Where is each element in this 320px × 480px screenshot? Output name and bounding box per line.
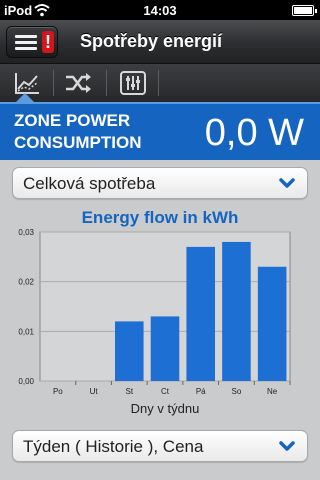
menu-button[interactable]: !	[6, 26, 58, 58]
x-tick-label: Pá	[196, 387, 206, 396]
x-tick-label: Ut	[90, 387, 99, 396]
y-tick-label: 0,00	[18, 377, 34, 386]
x-tick-label: Ct	[161, 387, 170, 396]
y-tick-label: 0,02	[18, 278, 34, 287]
tab-energy-flow[interactable]	[63, 69, 93, 97]
y-tick-label: 0,03	[18, 228, 34, 237]
chart-bar-ct	[150, 316, 180, 381]
period-value: Týden ( Historie ), Cena	[23, 437, 204, 456]
chevron-down-icon	[279, 178, 295, 188]
chart-bar-so	[222, 241, 251, 381]
tab-settings[interactable]	[118, 69, 148, 97]
zone-power-value: 0,0 W	[204, 112, 304, 154]
hamburger-icon	[15, 35, 37, 38]
alert-icon: !	[42, 31, 54, 53]
consumption-type-select[interactable]: Celková spotřeba	[12, 167, 308, 199]
status-bar: iPod 14:03	[0, 0, 320, 20]
chart-bar-pá	[186, 246, 215, 381]
x-tick-label: Po	[53, 387, 63, 396]
x-tick-label: Ne	[267, 387, 278, 396]
y-tick-label: 0,01	[18, 327, 34, 336]
chart-x-axis-label: Dny v týdnu	[130, 401, 200, 416]
x-tick-label: St	[126, 387, 134, 396]
period-select[interactable]: Týden ( Historie ), Cena	[12, 430, 308, 462]
tab-bar	[0, 64, 320, 102]
x-tick-label: So	[232, 387, 242, 396]
shuffle-arrows-icon	[66, 73, 91, 93]
zone-header: ZONE POWER CONSUMPTION 0,0 W	[0, 102, 320, 160]
energy-chart: 0,00 0,01 0,02 0,03 Po Ut St Ct Pá So Ne	[18, 228, 291, 396]
battery-icon	[292, 5, 317, 16]
sliders-icon	[120, 71, 146, 95]
clock: 14:03	[143, 3, 177, 18]
consumption-type-value: Celková spotřeba	[23, 174, 156, 193]
zone-label: ZONE POWER CONSUMPTION	[14, 111, 142, 152]
page-title: Spotřeby energií	[80, 31, 223, 51]
chevron-down-icon	[279, 441, 295, 451]
active-tab-indicator	[16, 93, 34, 102]
chart-bar-st	[115, 321, 144, 381]
nav-bar: ! Spotřeby energií	[0, 20, 320, 64]
chart-bar-ne	[257, 266, 287, 381]
